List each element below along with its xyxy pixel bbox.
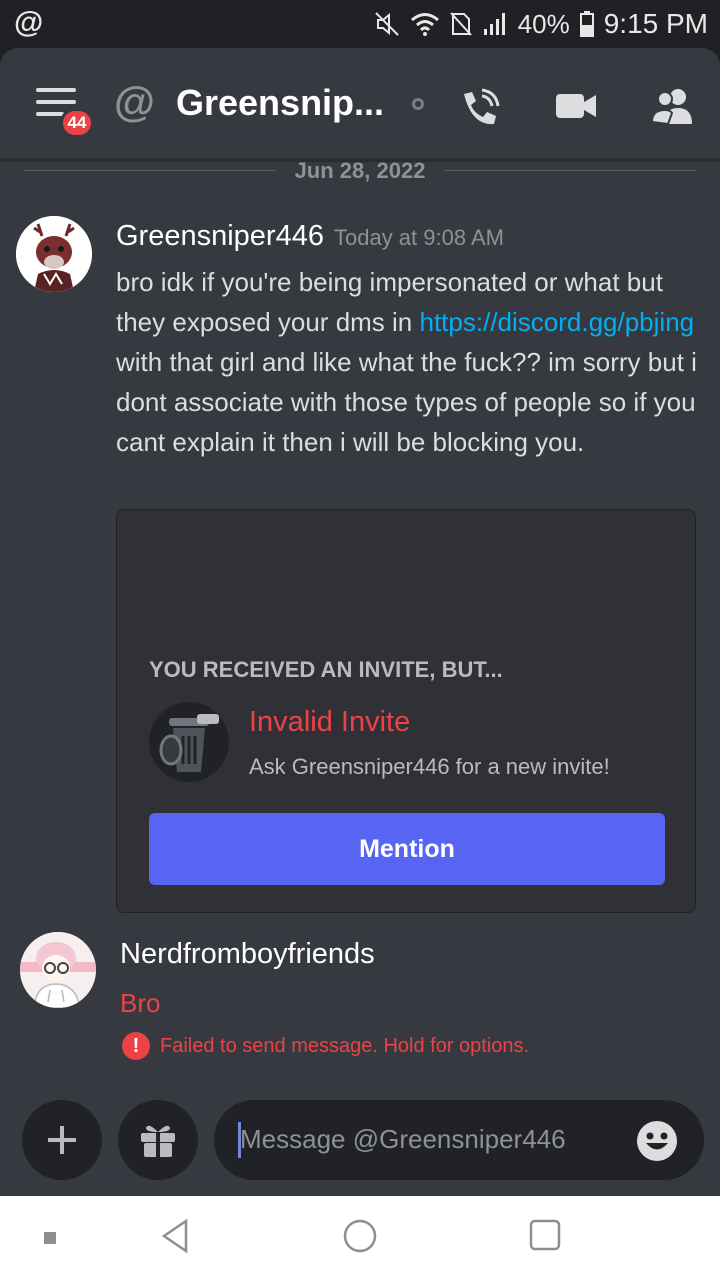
date-label: Jun 28, 2022 bbox=[294, 158, 426, 183]
message-text: bro idk if you're being impersonated or … bbox=[116, 262, 706, 462]
recents-icon[interactable] bbox=[528, 1218, 562, 1252]
mute-icon bbox=[374, 12, 399, 36]
invite-embed: YOU RECEIVED AN INVITE, BUT... Invalid I… bbox=[116, 509, 696, 913]
gift-button[interactable] bbox=[118, 1100, 198, 1180]
message-placeholder: Message @Greensniper446 bbox=[240, 1124, 566, 1154]
gift-icon bbox=[141, 1125, 175, 1157]
failed-message-text[interactable]: Bro bbox=[120, 988, 160, 1019]
status-bar: @ 40% 9:15 PM bbox=[0, 0, 720, 48]
send-error: ! Failed to send message. Hold for optio… bbox=[122, 1032, 529, 1060]
members-icon[interactable] bbox=[650, 86, 694, 126]
avatar-greensniper[interactable] bbox=[16, 216, 92, 292]
offline-status-icon bbox=[406, 92, 430, 116]
back-icon[interactable] bbox=[160, 1218, 190, 1254]
message-author[interactable]: Nerdfromboyfriends bbox=[120, 938, 375, 971]
channel-header: 44 @ Greensnip... bbox=[0, 48, 720, 160]
emoji-icon[interactable] bbox=[636, 1120, 678, 1162]
wifi-icon bbox=[410, 13, 439, 36]
nav-menu-icon[interactable] bbox=[44, 1232, 56, 1244]
author-name[interactable]: Greensniper446 bbox=[116, 220, 324, 252]
clock: 9:15 PM bbox=[603, 8, 708, 39]
date-divider: Jun 28, 2022 bbox=[24, 158, 696, 183]
call-icon[interactable] bbox=[458, 86, 502, 130]
home-icon[interactable] bbox=[342, 1218, 378, 1254]
message-input[interactable]: Message @Greensniper446 bbox=[214, 1100, 704, 1180]
unread-badge: 44 bbox=[60, 108, 94, 138]
video-icon[interactable] bbox=[554, 88, 598, 124]
at-icon: @ bbox=[114, 78, 155, 125]
invite-header: YOU RECEIVED AN INVITE, BUT... bbox=[149, 657, 503, 682]
message-composer: Message @Greensniper446 bbox=[0, 1090, 720, 1196]
signal-icon bbox=[483, 13, 505, 35]
dm-title[interactable]: Greensnip... bbox=[176, 82, 384, 124]
error-icon: ! bbox=[122, 1032, 150, 1060]
message-timestamp: Today at 9:08 AM bbox=[333, 225, 504, 250]
plus-icon bbox=[48, 1126, 76, 1154]
error-text: Failed to send message. Hold for options… bbox=[160, 1034, 530, 1057]
mention-button[interactable]: Mention bbox=[149, 813, 665, 885]
attach-button[interactable] bbox=[22, 1100, 102, 1180]
battery-percent: 40% bbox=[517, 8, 570, 39]
invite-link[interactable]: https://discord.gg/pbjing bbox=[420, 307, 695, 337]
message-text-part: with that girl and like what the fuck?? … bbox=[116, 347, 697, 457]
message-author[interactable]: Greensniper446 Today at 9:08 AM bbox=[116, 220, 504, 253]
chat-area[interactable]: Jun 28, 2022 Greensniper446 Today at 9:08… bbox=[0, 158, 720, 1090]
invite-subtitle: Ask Greensniper446 for a new invite! bbox=[249, 754, 610, 779]
android-nav-bar bbox=[0, 1196, 720, 1280]
avatar-nerdfromboyfriends[interactable] bbox=[20, 932, 96, 1008]
no-sim-icon bbox=[449, 12, 472, 36]
battery-icon bbox=[579, 11, 594, 37]
trash-can-icon bbox=[149, 702, 229, 782]
invite-title: Invalid Invite bbox=[249, 706, 411, 738]
app-notification-icon: @ bbox=[14, 6, 44, 39]
